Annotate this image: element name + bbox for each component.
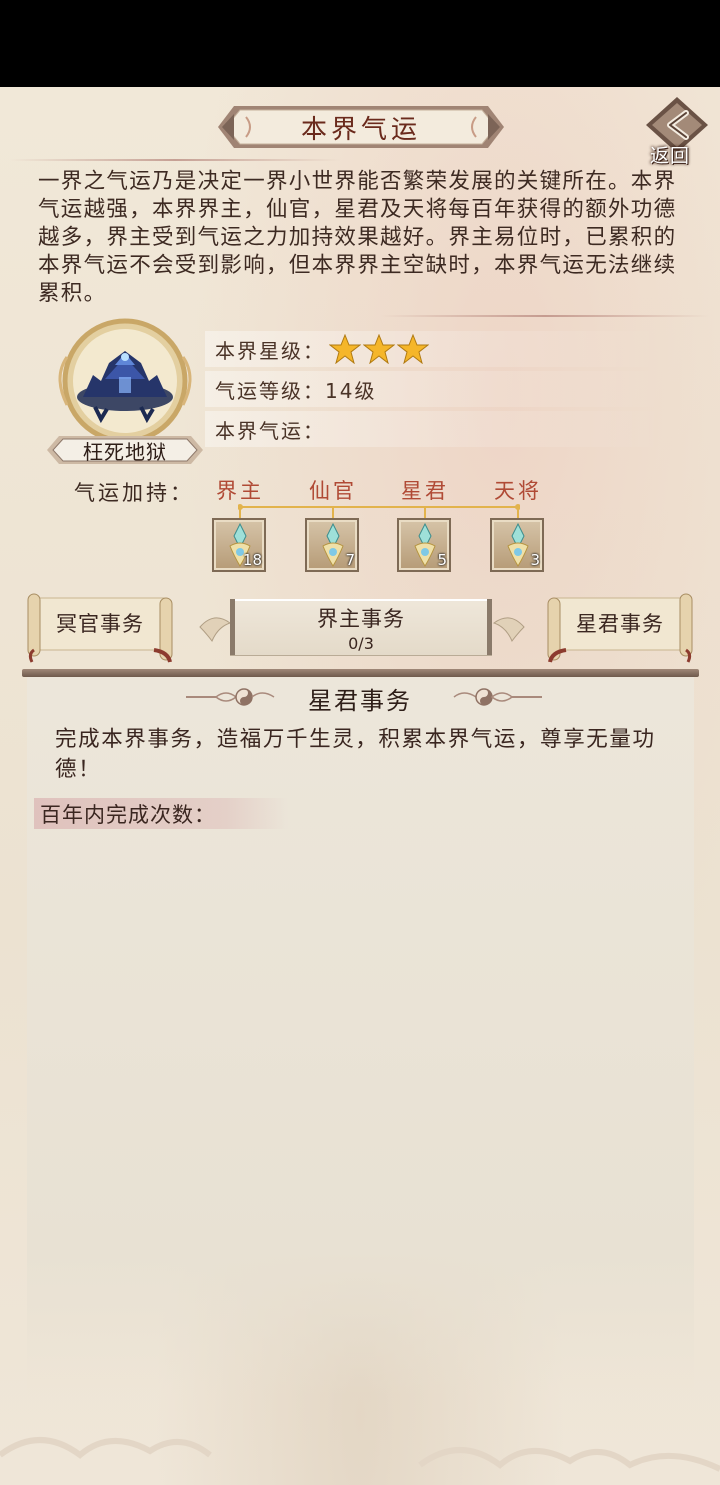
panel-title: 星君事务 xyxy=(308,687,412,715)
realm-fortune-row: 本界气运： xyxy=(205,411,665,447)
tab-label: 星君事务 xyxy=(576,612,664,636)
realm-name: 枉死地狱 xyxy=(83,439,167,464)
divider-line xyxy=(380,315,710,317)
tab-progress-count: 0/3 xyxy=(348,634,374,653)
page-title: 本界气运 xyxy=(300,114,421,145)
panel-description: 完成本界事务，造福万千生灵，积累本界气运，尊享无量功德！ xyxy=(55,727,656,782)
token-count: 7 xyxy=(345,551,355,569)
star-icon xyxy=(329,334,361,364)
back-label: 返回 xyxy=(650,145,691,167)
bonus-role-star-lord: 星君 xyxy=(401,479,449,503)
bonus-token-realm-lord[interactable]: 18 xyxy=(212,518,266,572)
bonus-role-realm-lord: 界主 xyxy=(216,479,264,503)
tab-realm-lord-affairs[interactable]: 界主事务 0/3 xyxy=(230,599,492,655)
token-count: 3 xyxy=(530,551,540,569)
divider-line xyxy=(10,159,340,161)
tab-label: 冥官事务 xyxy=(56,612,144,636)
bonus-connector-line xyxy=(238,504,520,518)
tab-star-lord-affairs[interactable]: 星君事务 xyxy=(544,592,696,664)
bonus-token-heavenly-general[interactable]: 3 xyxy=(490,518,544,572)
bonus-role-immortal-official: 仙官 xyxy=(309,479,357,503)
back-button[interactable]: 返回 xyxy=(642,95,712,167)
cloud-pattern-decoration xyxy=(0,1437,720,1472)
fortune-level-value: 14级 xyxy=(325,378,377,403)
tab-label: 界主事务 xyxy=(317,607,405,631)
fortune-bonus-label: 气运加持： xyxy=(74,481,194,505)
bonus-role-heavenly-general: 天将 xyxy=(494,479,542,503)
realm-emblem[interactable]: 枉死地狱 xyxy=(45,317,205,467)
fortune-level-row: 气运等级： 14级 xyxy=(205,371,665,407)
title-banner: 本界气运 xyxy=(216,102,506,152)
bonus-token-star-lord[interactable]: 5 xyxy=(397,518,451,572)
status-bar xyxy=(0,0,720,87)
fortune-level-label: 气运等级： xyxy=(215,378,325,403)
realm-fortune-screen: 本界气运 返回 一界之气运乃是决定一界小世界能否繁荣发展的关键所在。本界气运越强… xyxy=(0,87,720,1485)
bonus-token-immortal-official[interactable]: 7 xyxy=(305,518,359,572)
completion-count-row: 百年内完成次数： xyxy=(34,798,288,829)
tab-underworld-official-affairs[interactable]: 冥官事务 xyxy=(24,592,176,664)
realm-star-row: 本界星级： xyxy=(205,331,665,367)
fortune-description: 一界之气运乃是决定一界小世界能否繁荣发展的关键所在。本界气运越强，本界界主，仙官… xyxy=(38,169,677,306)
tassel-ornament-icon xyxy=(199,617,232,642)
tassel-ornament-icon xyxy=(492,617,525,642)
realm-name-plate: 枉死地狱 xyxy=(45,433,205,467)
star-icon xyxy=(397,334,429,364)
token-count: 18 xyxy=(242,551,262,569)
panel-top-rail xyxy=(22,669,699,677)
realm-palace-icon xyxy=(58,318,192,444)
realm-star-label: 本界星级： xyxy=(215,338,325,363)
star-rating xyxy=(329,334,429,364)
token-count: 5 xyxy=(437,551,447,569)
completion-count-label: 百年内完成次数： xyxy=(40,802,216,827)
realm-fortune-label: 本界气运： xyxy=(215,418,325,443)
star-icon xyxy=(363,334,395,364)
